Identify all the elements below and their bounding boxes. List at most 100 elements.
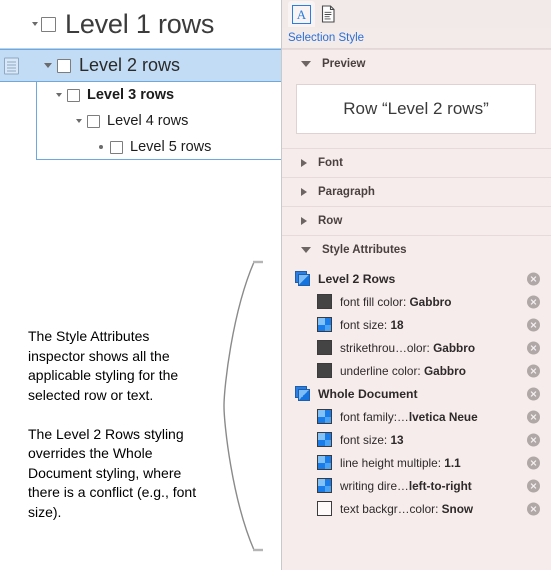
color-swatch-icon (317, 501, 332, 516)
outline-row-level-4[interactable]: Level 4 rows (0, 108, 281, 134)
attribute-row[interactable]: strikethrou…olor: Gabbro (281, 336, 551, 359)
disclosure-triangle-icon[interactable] (56, 93, 62, 97)
remove-attribute-button[interactable] (527, 364, 540, 377)
attribute-group-header[interactable]: Whole Document (281, 382, 551, 405)
disclosure-triangle-icon[interactable] (32, 22, 38, 26)
color-swatch-icon (317, 294, 332, 309)
attribute-row[interactable]: text backgr…color: Snow (281, 497, 551, 520)
outline-row-level-3[interactable]: Level 3 rows (0, 82, 281, 108)
checker-icon (317, 317, 332, 332)
section-header-style-attributes[interactable]: Style Attributes (281, 235, 551, 264)
section-header-font[interactable]: Font (281, 148, 551, 177)
chevron-right-icon[interactable] (301, 217, 307, 225)
remove-attribute-button[interactable] (527, 318, 540, 331)
document-icon (321, 5, 336, 23)
outline-row-label: Level 2 rows (79, 55, 181, 75)
attribute-group-header[interactable]: Level 2 Rows (281, 267, 551, 290)
remove-attribute-button[interactable] (527, 479, 540, 492)
row-checkbox[interactable] (41, 16, 56, 32)
attribute-label: line height multiple: 1.1 (340, 455, 461, 470)
letter-a-icon: A (292, 4, 311, 24)
checker-icon (317, 432, 332, 447)
bullet-icon (99, 145, 103, 149)
layers-icon (295, 271, 310, 286)
preview-body: Row “Level 2 rows” (281, 78, 551, 148)
section-header-preview[interactable]: Preview (281, 49, 551, 78)
pane-divider[interactable] (281, 0, 282, 570)
attribute-label: strikethrou…olor: Gabbro (340, 340, 476, 355)
section-label: Style Attributes (322, 244, 407, 256)
section-label: Paragraph (318, 186, 375, 198)
color-swatch-icon (317, 363, 332, 378)
attribute-label: font size: 18 (340, 317, 404, 332)
attribute-group-label: Level 2 Rows (318, 271, 396, 286)
attribute-label: text backgr…color: Snow (340, 501, 474, 516)
attribute-label: font family:…lvetica Neue (340, 409, 478, 424)
outline-row-level-5[interactable]: Level 5 rows (0, 134, 281, 160)
layers-icon (295, 386, 310, 401)
style-attributes-list: Level 2 Rows font fill color: Gabbro fon… (281, 264, 551, 520)
disclosure-triangle-icon[interactable] (76, 119, 82, 123)
row-checkbox[interactable] (67, 88, 80, 102)
attribute-row[interactable]: font size: 18 (281, 313, 551, 336)
attribute-row[interactable]: underline color: Gabbro (281, 359, 551, 382)
remove-attribute-button[interactable] (527, 387, 540, 400)
outline-row-label: Level 3 rows (87, 87, 175, 103)
section-label: Preview (322, 58, 366, 70)
remove-attribute-button[interactable] (527, 502, 540, 515)
inspector-tabbar: A (281, 0, 551, 28)
outline-row-label: Level 4 rows (107, 113, 189, 129)
chevron-right-icon[interactable] (301, 159, 307, 167)
remove-attribute-button[interactable] (527, 341, 540, 354)
tab-text-inspector[interactable]: A (288, 1, 315, 27)
chevron-down-icon[interactable] (301, 61, 311, 67)
outline-row-label: Level 5 rows (130, 139, 212, 155)
checker-icon (317, 478, 332, 493)
attribute-label: font size: 13 (340, 432, 404, 447)
section-label: Font (318, 157, 343, 169)
attribute-label: font fill color: Gabbro (340, 294, 452, 309)
outline-row-label: Level 1 rows (65, 8, 215, 39)
section-header-paragraph[interactable]: Paragraph (281, 177, 551, 206)
inspector-pane: A Selection Style Preview Row “Level 2 r… (281, 0, 551, 570)
chevron-right-icon[interactable] (301, 188, 307, 196)
chevron-down-icon[interactable] (301, 247, 311, 253)
tab-document-inspector[interactable] (315, 1, 342, 27)
preview-box: Row “Level 2 rows” (296, 84, 536, 134)
attribute-row[interactable]: font fill color: Gabbro (281, 290, 551, 313)
section-header-row[interactable]: Row (281, 206, 551, 235)
attribute-row[interactable]: writing dire…left-to-right (281, 474, 551, 497)
attribute-row[interactable]: font family:…lvetica Neue (281, 405, 551, 428)
remove-attribute-button[interactable] (527, 410, 540, 423)
attribute-row[interactable]: font size: 13 (281, 428, 551, 451)
checker-icon (317, 455, 332, 470)
outline-row-level-1[interactable]: Level 1 rows (0, 0, 281, 49)
app-window: Level 1 rows Level 2 rows Level 3 rows L… (0, 0, 551, 570)
disclosure-triangle-icon[interactable] (44, 63, 52, 68)
subtree-bottom-rule (36, 159, 281, 160)
note-icon[interactable] (4, 57, 19, 74)
annotation-paragraph-2: The Level 2 Rows styling overrides the W… (28, 425, 197, 520)
remove-attribute-button[interactable] (527, 295, 540, 308)
outline-pane: Level 1 rows Level 2 rows Level 3 rows L… (0, 0, 281, 570)
remove-attribute-button[interactable] (527, 456, 540, 469)
section-label: Row (318, 215, 343, 227)
annotation-paragraph-1: The Style Attributes inspector shows all… (28, 328, 179, 403)
checker-icon (317, 409, 332, 424)
attribute-row[interactable]: line height multiple: 1.1 (281, 451, 551, 474)
remove-attribute-button[interactable] (527, 433, 540, 446)
attribute-label: writing dire…left-to-right (340, 478, 472, 493)
row-checkbox[interactable] (57, 58, 71, 73)
curly-brace-icon (223, 260, 263, 552)
attribute-group-label: Whole Document (318, 386, 418, 401)
row-checkbox[interactable] (110, 140, 123, 154)
attribute-label: underline color: Gabbro (340, 363, 466, 378)
remove-attribute-button[interactable] (527, 272, 540, 285)
outline-subtree: Level 3 rows Level 4 rows Level 5 rows (0, 82, 281, 160)
outline-row-level-2-selected[interactable]: Level 2 rows (0, 49, 281, 82)
selection-style-label: Selection Style (281, 28, 551, 49)
color-swatch-icon (317, 340, 332, 355)
row-checkbox[interactable] (87, 114, 100, 128)
annotation-text: The Style Attributes inspector shows all… (28, 327, 208, 522)
preview-text: Row “Level 2 rows” (343, 99, 489, 118)
